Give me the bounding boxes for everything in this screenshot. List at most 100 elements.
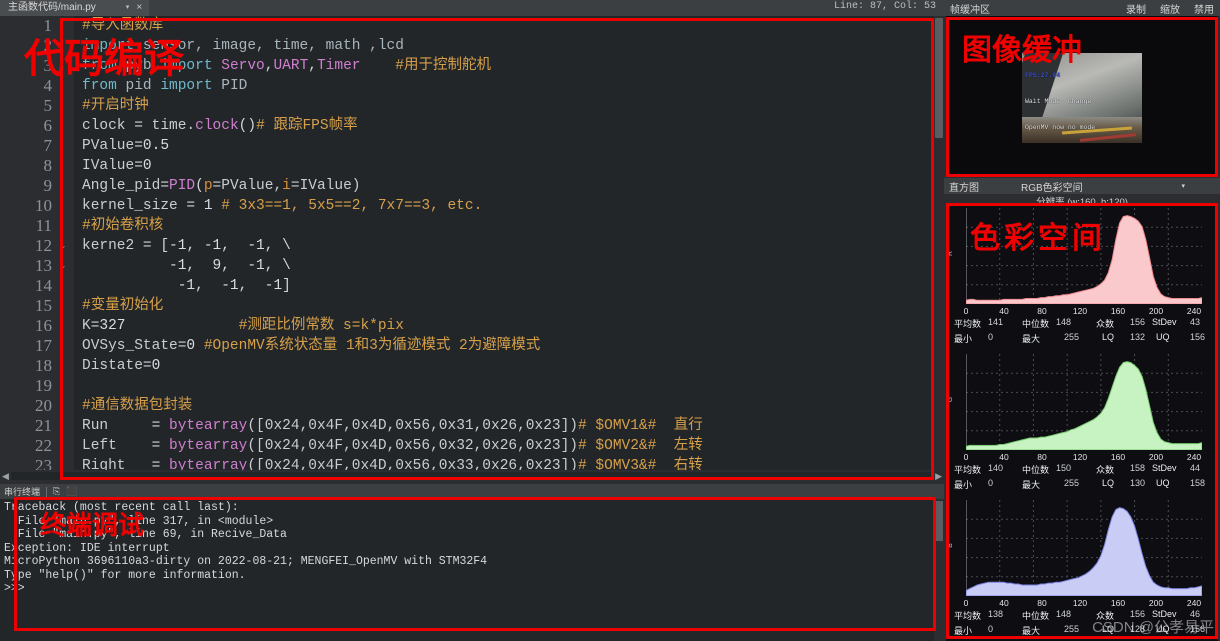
x-axis-tick: 40 — [999, 306, 1009, 316]
x-axis-tick: 200 — [1148, 452, 1164, 462]
stat-value: 140 — [988, 463, 1004, 473]
x-axis-tick: 240 — [1186, 452, 1202, 462]
stat-label: 平均数 — [954, 319, 982, 329]
line-number: 4 — [43, 76, 53, 95]
code-token: # $OMV2&# 左转 — [578, 438, 703, 454]
code-line[interactable]: #导入函数库 — [74, 16, 934, 36]
code-line[interactable]: #开启时钟 — [74, 96, 934, 116]
x-axis-tick: 240 — [1186, 598, 1202, 608]
stat-value: 138 — [988, 609, 1004, 619]
histogram-stats: 平均数 138 中位数 148 众数 156 StDev 46 最小 0 最大 255 LQ 128 UQ 1… — [954, 609, 1218, 639]
code-line[interactable]: IValue=0 — [74, 156, 934, 176]
chevron-down-icon[interactable]: ▾ — [126, 0, 130, 16]
code-line[interactable]: #初始卷积核 — [74, 216, 934, 236]
editor-tab-bar: 主函数代码/main.py ▾ × Line: 87, Col: 53 — [0, 0, 944, 16]
code-line[interactable]: import sensor, image, time, math ,lcd — [74, 36, 934, 56]
code-line[interactable]: kernel_size = 1 # 3x3==1, 5x5==2, 7x7==3… — [74, 196, 934, 216]
code-line[interactable] — [74, 376, 934, 396]
code-token: clock — [82, 118, 135, 134]
fold-toggle-icon[interactable]: ⌄ — [58, 256, 68, 276]
stat-value: 0 — [988, 624, 994, 634]
code-line[interactable]: kerne2 = [-1, -1, -1, \ — [74, 236, 934, 256]
console-copy-icon[interactable]: ⎘ — [53, 486, 60, 497]
code-token: from — [82, 78, 117, 94]
histogram-stats: 平均数 141 中位数 148 众数 156 StDev 43 最小 0 最大 255 LQ 132 UQ 1… — [954, 317, 1218, 347]
code-token: = — [134, 138, 143, 154]
editor-vertical-scrollbar[interactable] — [934, 16, 944, 482]
line-number: 18 — [35, 356, 52, 375]
code-token: # 3x3==1, 5x5==2, 7x7==3, etc. — [221, 198, 483, 214]
code-line[interactable]: clock = time.clock()# 跟踪FPS帧率 — [74, 116, 934, 136]
close-icon[interactable]: × — [133, 0, 145, 16]
code-line[interactable]: K=327 #测距比例常数 s=k*pix — [74, 316, 934, 336]
code-line[interactable]: from pid import PID — [74, 76, 934, 96]
code-token: 0.5 — [142, 138, 170, 154]
histogram-block-r: R 0 40 80 120 160 200 240 平均数 141 中位数 148 众数 156 StDev… — [946, 204, 1218, 350]
stat-value: 148 — [1056, 317, 1072, 327]
code-token: =PValue, — [212, 178, 283, 194]
code-line[interactable]: OVSys_State=0 #OpenMV系统状态量 1和3为循迹模式 2为避障… — [74, 336, 934, 356]
code-editor[interactable]: 1 2 3 4 5 6 7 8 9 10 11 ⌄ 12 ⌄ 13 14 15 16 17 18 19 20 21 22 23 … — [0, 16, 944, 482]
editor-horizontal-scrollbar[interactable]: ◀ ▶ — [0, 470, 944, 482]
code-line[interactable]: #通信数据包封装 — [74, 396, 934, 416]
code-line[interactable]: #变量初始化 — [74, 296, 934, 316]
code-token: clock — [195, 118, 239, 134]
code-line[interactable]: -1, -1, -1] — [74, 276, 934, 296]
code-token: #测距比例常数 s=k*pix — [238, 318, 404, 334]
x-axis-tick: 240 — [1186, 306, 1202, 316]
x-axis-tick: 40 — [999, 452, 1009, 462]
stat-label: 平均数 — [954, 611, 982, 621]
console-clear-icon[interactable]: ⬛ — [66, 486, 77, 497]
scroll-left-icon[interactable]: ◀ — [2, 471, 9, 482]
histogram-svg — [966, 354, 1202, 450]
x-axis-tick: 200 — [1148, 598, 1164, 608]
code-line[interactable]: Distate=0 — [74, 356, 934, 376]
code-line[interactable]: from pyb import Servo,UART,Timer #用于控制舵机 — [74, 56, 934, 76]
colorspace-dropdown[interactable]: RGB色彩空间 ▾ — [1021, 178, 1189, 194]
code-token: # $OMV1&# 直行 — [578, 418, 703, 434]
histogram-stats-row: 平均数 140 中位数 150 众数 158 StDev 44 — [954, 463, 1218, 478]
editor-tab-main-py[interactable]: 主函数代码/main.py ▾ × — [0, 0, 150, 16]
framebuffer-disable-button[interactable]: 禁用 — [1194, 1, 1214, 16]
histogram-x-axis: 0 40 80 120 160 200 240 — [958, 306, 1212, 316]
code-token: #用于控制舵机 — [360, 58, 492, 74]
code-token: import — [160, 78, 213, 94]
framebuffer-image: FPS:27.94 Wait Mode Change OpenMV now no… — [1022, 53, 1142, 143]
code-token: = — [134, 118, 143, 134]
code-token: 0 — [151, 358, 161, 374]
code-line[interactable]: Left = bytearray([0x24,0x4F,0x4D,0x56,0x… — [74, 436, 934, 456]
fold-toggle-icon[interactable]: ⌄ — [58, 236, 68, 256]
editor-horizontal-scroll-track[interactable] — [10, 472, 934, 480]
code-token: import — [82, 38, 135, 54]
code-token: ([0x24,0x4F,0x4D,0x56,0x31,0x26,0x23]) — [247, 418, 579, 434]
stat-value: 128 — [1130, 624, 1146, 634]
stat-label: 众数 — [1096, 465, 1115, 475]
framebuffer-viewport[interactable]: FPS:27.94 Wait Mode Change OpenMV now no… — [946, 16, 1218, 176]
console-vertical-scroll-thumb[interactable] — [935, 501, 943, 541]
code-line[interactable]: PValue=0.5 — [74, 136, 934, 156]
histogram-stats: 平均数 140 中位数 150 众数 158 StDev 44 最小 0 最大 255 LQ 130 UQ 1… — [954, 463, 1218, 493]
histogram-plot: R — [947, 208, 1212, 304]
x-axis-tick: 160 — [1110, 306, 1126, 316]
framebuffer-record-button[interactable]: 录制 — [1126, 1, 1146, 16]
code-token: , — [195, 278, 222, 294]
code-line[interactable]: Run = bytearray([0x24,0x4F,0x4D,0x56,0x3… — [74, 416, 934, 436]
line-number: 20 — [35, 396, 52, 415]
framebuffer-title: 帧缓冲区 — [950, 4, 990, 16]
scroll-right-icon[interactable]: ▶ — [935, 471, 942, 482]
histogram-x-axis: 0 40 80 120 160 200 240 — [958, 598, 1212, 608]
code-token: 1 — [195, 198, 222, 214]
line-number: 11 — [35, 216, 52, 235]
code-token: OVSys_State — [82, 338, 178, 354]
framebuffer-zoom-button[interactable]: 缩放 — [1160, 1, 1180, 16]
stat-label: 最大 — [1022, 480, 1041, 490]
code-line[interactable]: -1, 9, -1, \ — [74, 256, 934, 276]
serial-console-panel: 串行终端 ⎘ ⬛ Traceback (most recent call las… — [0, 484, 944, 641]
code-text-area[interactable]: #导入函数库 import sensor, image, time, math ,… — [74, 16, 934, 482]
histogram-stats-row: 最小 0 最大 255 LQ 130 UQ 158 — [954, 478, 1218, 493]
console-vertical-scrollbar[interactable] — [934, 499, 944, 641]
editor-vertical-scroll-thumb[interactable] — [935, 18, 943, 138]
code-line[interactable]: Angle_pid=PID(p=PValue,i=IValue) — [74, 176, 934, 196]
